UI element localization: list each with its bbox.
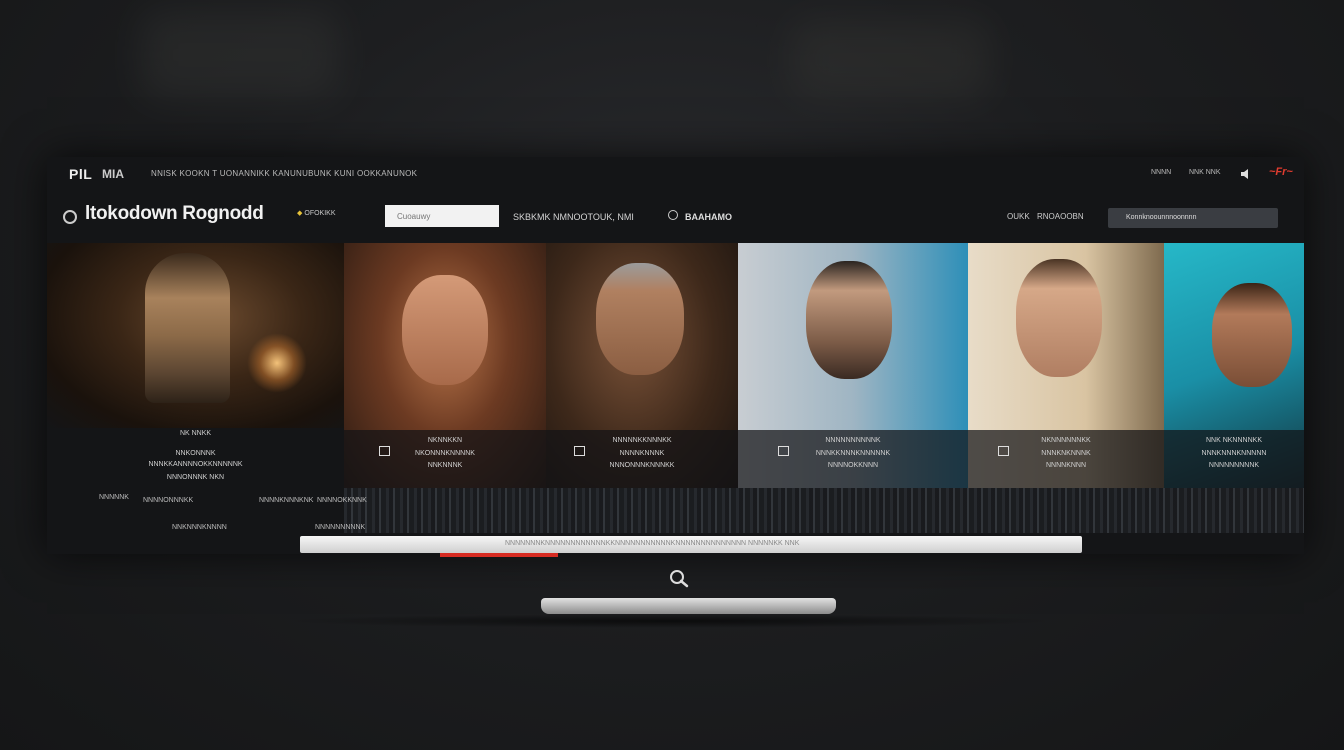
tv-shadow	[280, 614, 1060, 628]
progress-bar[interactable]	[440, 553, 558, 557]
card-line-2: NNNKNNNKNNNNN	[1201, 450, 1267, 457]
top-bar: PlL MIA NNISK KOOKN T UONANNIKK KANUNUBU…	[47, 157, 1304, 191]
app-logo[interactable]: PlL	[69, 166, 92, 182]
search-input[interactable]	[385, 205, 499, 227]
card-line-3: NNNNNNNNNK	[1208, 462, 1260, 469]
featured-line-2: NNKONNNK	[175, 450, 216, 457]
card-line-1: NNK NKNNNNKK	[1205, 437, 1262, 444]
page-title: ltokodown Rognodd	[85, 203, 264, 224]
nav-text[interactable]: SKBKMK NMNOOTOUK, NMI	[513, 212, 634, 222]
strip-label-1: NNNNNK	[99, 494, 129, 501]
circle-icon[interactable]	[63, 210, 77, 224]
featured-line-3: NNNKKANNNNOKKNNNNNK	[148, 461, 243, 468]
card-line-1: NNNNNKKNNNKK	[612, 437, 672, 444]
background-blur-right	[790, 20, 990, 100]
background-blur-left	[140, 10, 340, 100]
sort-dropdown[interactable]: Konnknoounnnoonnnn	[1108, 208, 1278, 228]
movie-card-3[interactable]: NNNNNNNNNNK NNNKKNNNKNNNNNK NNNNOKKNNN	[738, 243, 968, 488]
app-logo-sub: MIA	[102, 167, 124, 181]
featured-panel[interactable]: NK NNKK NNKONNNK NNNKKANNNNOKKNNNNNK NNN…	[47, 243, 344, 554]
top-menu[interactable]: NNISK KOOKN T UONANNIKK KANUNUBUNK KUNI …	[151, 169, 417, 178]
bottom-strip	[344, 488, 1304, 533]
card-line-1: NKNNKKN	[427, 437, 463, 444]
featured-glow	[247, 333, 307, 393]
sort-dropdown-label: Konnknoounnnoonnnn	[1126, 214, 1197, 221]
card-portrait	[1212, 283, 1292, 387]
card-portrait	[806, 261, 892, 379]
card-line-3: NNNONNNKNNNKK	[609, 462, 675, 469]
featured-line-4: NNNONNNK NKN	[166, 474, 225, 481]
featured-line-1: NK NNKK	[179, 430, 212, 437]
right-label-2[interactable]: RNOAOOBN	[1037, 212, 1084, 221]
card-line-2: NNNNKNNNK	[619, 450, 665, 457]
card-portrait	[402, 275, 488, 385]
card-line-2: NNNKNKNNNK	[1041, 450, 1091, 457]
card-portrait	[596, 263, 684, 375]
badge-dot-icon: ◆	[297, 210, 303, 217]
badge-label: OFOKIKK	[304, 210, 336, 217]
nav-text-2[interactable]: BAAHAMO	[685, 212, 732, 222]
movie-card-2[interactable]: NNNNNKKNNNKK NNNNKNNNK NNNONNNKNNNKK	[546, 243, 738, 488]
card-line-1: NNNNNNNNNNK	[825, 437, 881, 444]
nav-circle-icon[interactable]	[668, 210, 678, 220]
card-line-3: NNNNOKKNNN	[827, 462, 879, 469]
top-right-link-2[interactable]: NNK NNK	[1189, 169, 1221, 176]
tv-stand	[541, 598, 836, 614]
card-line-1: NKNNNNNNKK	[1041, 437, 1091, 444]
strip-label-4: NNNNOKKNNK	[317, 497, 367, 504]
strip-label-6: NNNNNNNNNK	[315, 524, 366, 531]
info-bar: NNNNNNNKNNNNNNNNNNNNKKNNNNNNNNNNNKNNNNNN…	[300, 536, 1082, 553]
movie-card-1[interactable]: NKNNKKN NKONNNKNNNNK NNKNNNK	[344, 243, 546, 488]
movie-card-4[interactable]: NKNNNNNNKK NNNKNKNNNK NNNNKNNN	[968, 243, 1164, 488]
card-portrait	[1016, 259, 1102, 377]
featured-portrait	[145, 253, 230, 403]
strip-label-3: NNNNKNNNKNK	[259, 497, 314, 504]
info-bar-text: NNNNNNNKNNNNNNNNNNNNKKNNNNNNNNNNNKNNNNNN…	[505, 540, 800, 547]
right-label-1[interactable]: OUKK	[1007, 212, 1030, 221]
strip-label-5: NNKNNNKNNNN	[172, 524, 227, 531]
card-line-2: NKONNNKNNNNK	[415, 450, 475, 457]
movie-card-5[interactable]: NNK NKNNNNKK NNNKNNNKNNNNN NNNNNNNNNK	[1164, 243, 1304, 488]
tv-screen: PlL MIA NNISK KOOKN T UONANNIKK KANUNUBU…	[47, 157, 1304, 554]
search-icon[interactable]	[667, 568, 691, 588]
card-line-2: NNNKKNNNKNNNNNK	[815, 450, 891, 457]
brand-mark[interactable]: ~Fr~	[1269, 166, 1293, 178]
card-line-3: NNKNNNK	[427, 462, 463, 469]
strip-label-2: NNNNONNNKK	[143, 497, 194, 504]
speaker-icon[interactable]	[1240, 168, 1252, 180]
card-line-3: NNNNKNNN	[1045, 462, 1087, 469]
top-right-link-1[interactable]: NNNN	[1151, 169, 1171, 176]
status-badge: ◆ OFOKIKK	[297, 209, 336, 217]
